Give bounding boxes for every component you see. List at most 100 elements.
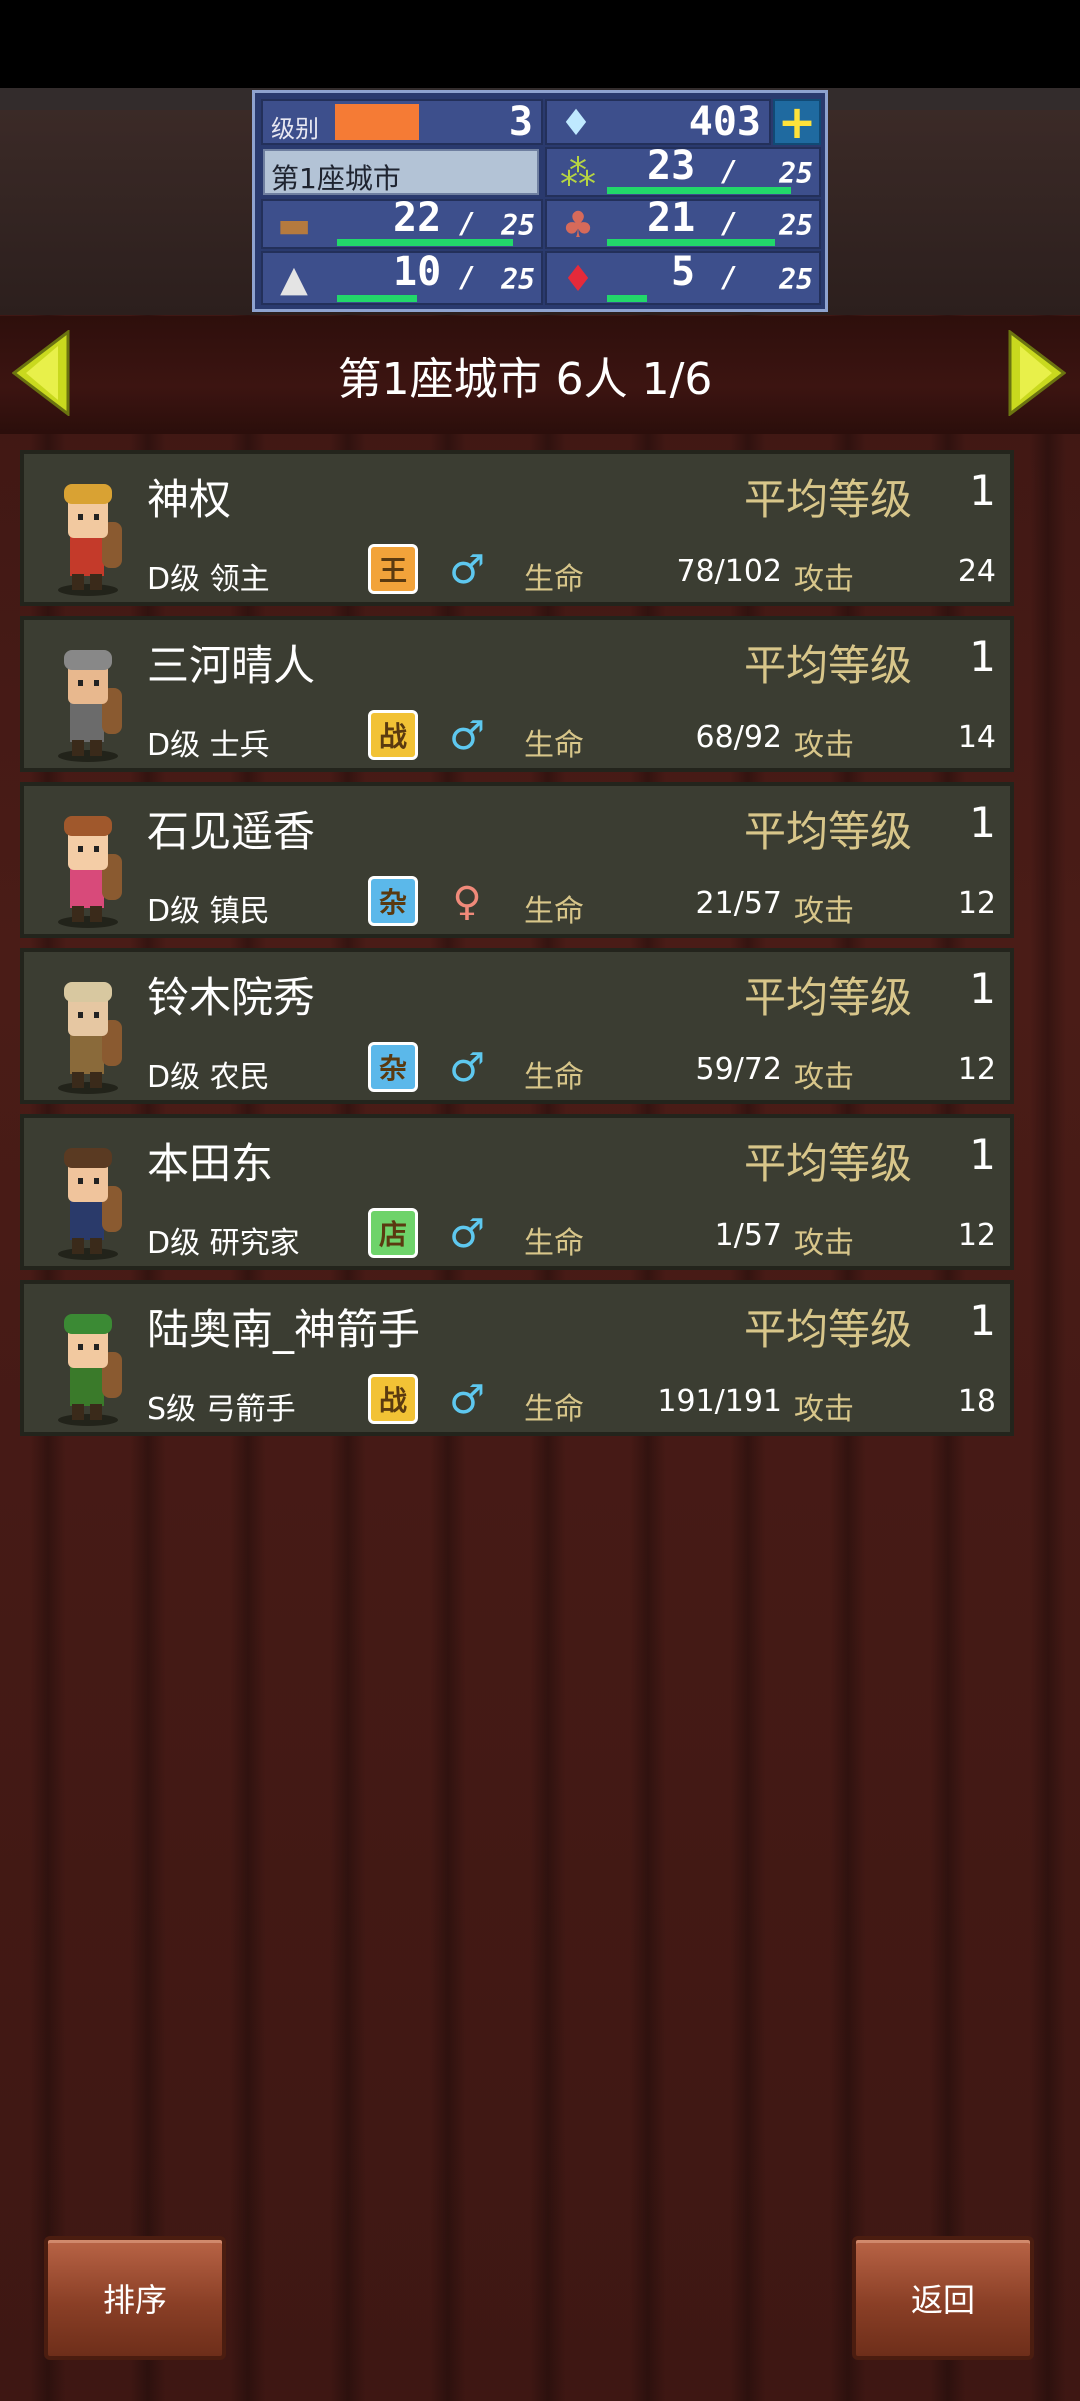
- member-card[interactable]: 陆奥南_神箭手 平均等级 1 S级 弓箭手 战 ♂ 生命 191/191 攻击 …: [20, 1280, 1014, 1436]
- attack-label: 攻击: [794, 728, 854, 763]
- member-card[interactable]: 铃木院秀 平均等级 1 D级 农民 杂 ♂ 生命 59/72 攻击 12: [20, 948, 1014, 1104]
- wood-current: 22: [393, 195, 442, 241]
- male-gender-icon: ♂: [449, 1211, 485, 1257]
- city-header-title: 第1座城市 6人 1/6: [337, 354, 713, 405]
- ore-cell: ▲ 10 / 25: [261, 249, 543, 305]
- male-gender-icon: ♂: [449, 1377, 485, 1423]
- member-rank: D级 士兵: [147, 728, 270, 763]
- food-slash: /: [721, 207, 738, 240]
- attack-label: 攻击: [794, 1392, 854, 1427]
- member-level: 1: [969, 466, 996, 515]
- ore-bar: [337, 295, 417, 302]
- job-badge-icon: 战: [368, 710, 418, 760]
- grain-slash: /: [721, 155, 738, 188]
- hp-label: 生命: [524, 1226, 584, 1261]
- food-bar: [607, 239, 775, 246]
- food-current: 21: [647, 195, 696, 241]
- member-attack: 24: [957, 554, 996, 589]
- member-name: 陆奥南_神箭手: [147, 1305, 421, 1354]
- ore-current: 10: [393, 249, 442, 295]
- character-avatar: [58, 484, 122, 596]
- member-attack: 14: [957, 720, 996, 755]
- mana-current: 5: [671, 249, 696, 295]
- ore-slash: /: [459, 261, 476, 294]
- food-max: 25: [779, 209, 813, 242]
- wood-icon: ▬: [276, 204, 311, 246]
- city-name: 第1座城市: [271, 162, 401, 195]
- member-level: 1: [969, 632, 996, 681]
- member-card[interactable]: 本田东 平均等级 1 D级 研究家 店 ♂ 生命 1/57 攻击 12: [20, 1114, 1014, 1270]
- member-hp: 78/102: [676, 554, 782, 589]
- member-card[interactable]: 三河晴人 平均等级 1 D级 士兵 战 ♂ 生命 68/92 攻击 14: [20, 616, 1014, 772]
- male-gender-icon: ♂: [449, 713, 485, 759]
- diamond-icon: ♦: [559, 102, 593, 144]
- member-name: 铃木院秀: [147, 973, 316, 1022]
- mana-max: 25: [779, 263, 813, 296]
- add-gems-button[interactable]: +: [773, 95, 821, 149]
- attack-label: 攻击: [794, 1226, 854, 1261]
- member-hp: 1/57: [714, 1218, 782, 1253]
- member-attack: 12: [957, 1218, 996, 1253]
- member-name: 神权: [147, 475, 232, 524]
- member-name: 三河晴人: [147, 641, 316, 690]
- hp-label: 生命: [524, 562, 584, 597]
- member-level: 1: [969, 1130, 996, 1179]
- member-card[interactable]: 石见遥香 平均等级 1 D级 镇民 杂 ♀ 生命 21/57 攻击 12: [20, 782, 1014, 938]
- avg-level-label: 平均等级: [744, 475, 913, 524]
- member-rank: D级 镇民: [147, 894, 270, 929]
- job-badge-icon: 杂: [368, 1042, 418, 1092]
- avg-level-label: 平均等级: [744, 973, 913, 1022]
- avg-level-label: 平均等级: [744, 807, 913, 856]
- wood-max: 25: [501, 209, 535, 242]
- member-name: 本田东: [147, 1139, 274, 1188]
- member-hp: 191/191: [657, 1384, 782, 1419]
- grain-cell: ⁂ 23 / 25: [545, 143, 821, 197]
- male-gender-icon: ♂: [449, 547, 485, 593]
- food-icon: ♣: [561, 204, 595, 246]
- red-gem-icon: ♦: [561, 258, 595, 300]
- level-progress-bar: [335, 104, 419, 140]
- character-avatar: [58, 1314, 122, 1426]
- back-button[interactable]: 返回: [852, 2236, 1034, 2360]
- member-rank: D级 领主: [147, 562, 270, 597]
- character-avatar: [58, 650, 122, 762]
- member-attack: 12: [957, 1052, 996, 1087]
- wood-slash: /: [459, 207, 476, 240]
- character-avatar: [58, 1148, 122, 1260]
- job-badge-icon: 店: [368, 1208, 418, 1258]
- character-avatar: [58, 982, 122, 1094]
- avg-level-label: 平均等级: [744, 1139, 913, 1188]
- job-badge-icon: 战: [368, 1374, 418, 1424]
- sort-button[interactable]: 排序: [44, 2236, 226, 2360]
- level-label: 级别: [271, 115, 319, 143]
- member-level: 1: [969, 964, 996, 1013]
- mana-bar: [607, 295, 647, 302]
- mana-slash: /: [721, 261, 738, 294]
- male-gender-icon: ♂: [449, 1045, 485, 1091]
- ore-icon: ▲: [280, 258, 308, 300]
- hp-label: 生命: [524, 728, 584, 763]
- wood-bar: [337, 239, 513, 246]
- member-level: 1: [969, 1296, 996, 1345]
- next-page-arrow-icon[interactable]: [1008, 330, 1066, 416]
- level-cell: 级别 3: [261, 99, 543, 145]
- ore-max: 25: [501, 263, 535, 296]
- member-rank: D级 研究家: [147, 1226, 300, 1261]
- job-badge-icon: 杂: [368, 876, 418, 926]
- member-attack: 18: [957, 1384, 996, 1419]
- hp-label: 生命: [524, 1060, 584, 1095]
- member-hp: 21/57: [695, 886, 782, 921]
- hp-label: 生命: [524, 894, 584, 929]
- grain-max: 25: [779, 157, 813, 190]
- city-name-box: 第1座城市: [263, 149, 539, 195]
- member-card[interactable]: 神权 平均等级 1 D级 领主 王 ♂ 生命 78/102 攻击 24: [20, 450, 1014, 606]
- prev-page-arrow-icon[interactable]: [12, 330, 70, 416]
- gems-cell: ♦ 403: [545, 99, 771, 145]
- resource-hud: 级别 3 ♦ 403 + 第1座城市 ⁂ 23 / 25 ▬ 22 / 25 ♣…: [252, 90, 828, 312]
- food-cell: ♣ 21 / 25: [545, 195, 821, 249]
- grain-icon: ⁂: [560, 152, 596, 194]
- attack-label: 攻击: [794, 562, 854, 597]
- female-gender-icon: ♀: [452, 879, 482, 925]
- level-value: 3: [508, 99, 533, 145]
- member-hp: 68/92: [695, 720, 782, 755]
